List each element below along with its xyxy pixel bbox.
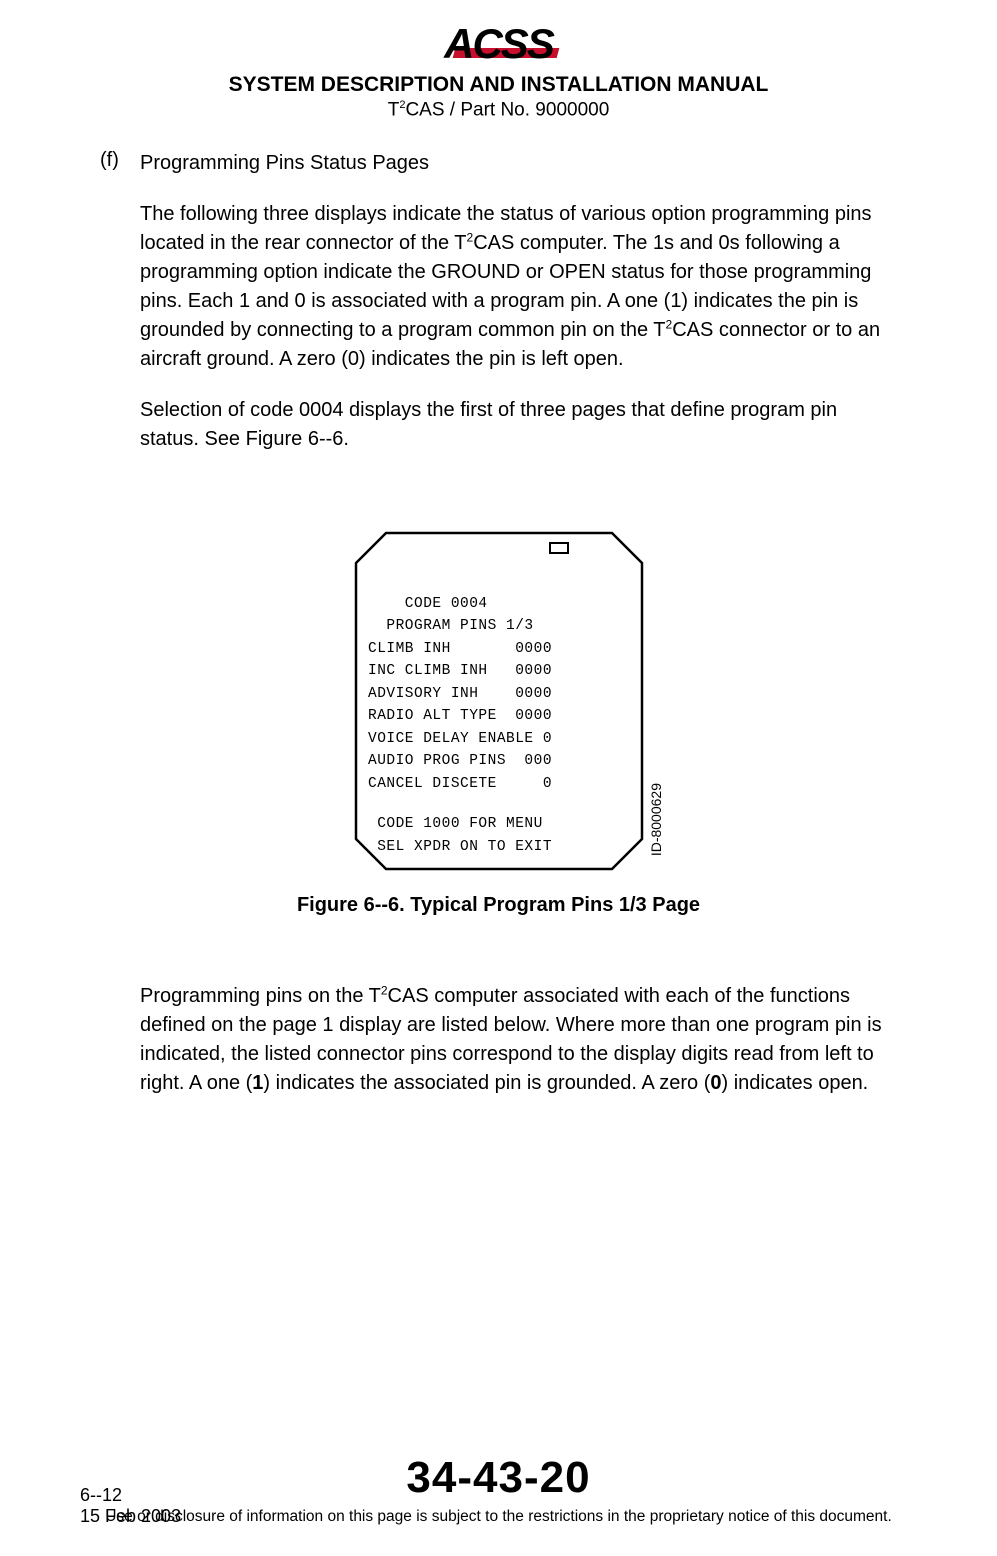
logo-text: ACSS <box>444 20 553 68</box>
subtitle-pre: T <box>388 99 400 120</box>
page-header: ACSS SYSTEM DESCRIPTION AND INSTALLATION… <box>100 20 897 121</box>
disp-line6: RADIO ALT TYPE 0000 <box>368 709 552 725</box>
para3-d: ) indicates open. <box>721 1072 868 1094</box>
footer-notice: Use or disclosure of information on this… <box>0 1508 997 1526</box>
paragraph-1: The following three displays indicate th… <box>140 200 897 374</box>
display-screen: CODE 0004 PROGRAM PINS 1/3 CLIMB INH 000… <box>354 531 644 871</box>
disp-line8: AUDIO PROG PINS 000 <box>368 754 552 770</box>
paragraph-2: Selection of code 0004 displays the firs… <box>140 396 897 454</box>
manual-title: SYSTEM DESCRIPTION AND INSTALLATION MANU… <box>100 73 897 97</box>
disp-line1: CODE 0004 <box>368 596 488 612</box>
acss-logo: ACSS <box>444 20 553 68</box>
display-screen-content: CODE 0004 PROGRAM PINS 1/3 CLIMB INH 000… <box>368 593 630 795</box>
disp-foot2: SEL XPDR ON TO EXIT <box>368 839 552 851</box>
disp-line3: CLIMB INH 0000 <box>368 641 552 657</box>
figure-6-6: CODE 0004 PROGRAM PINS 1/3 CLIMB INH 000… <box>100 531 897 917</box>
disp-line9: CANCEL DISCETE 0 <box>368 776 552 792</box>
subtitle-post: CAS / Part No. 9000000 <box>405 99 609 120</box>
section-f: (f) Programming Pins Status Pages The fo… <box>100 149 897 476</box>
figure-id-label: ID-8000629 <box>648 783 664 856</box>
page-content: (f) Programming Pins Status Pages The fo… <box>100 149 897 1098</box>
page-footer: 34-43-20 Use or disclosure of informatio… <box>0 1453 997 1526</box>
para3-bold1: 1 <box>252 1072 263 1094</box>
para3-c: ) indicates the associated pin is ground… <box>263 1072 710 1094</box>
disp-line2: PROGRAM PINS 1/3 <box>368 619 534 635</box>
disp-line4: INC CLIMB INH 0000 <box>368 664 552 680</box>
footer-pageno: 34-43-20 <box>0 1453 997 1503</box>
section-title-line: Programming Pins Status Pages <box>140 149 897 178</box>
para3-bold2: 0 <box>710 1072 721 1094</box>
disp-line7: VOICE DELAY ENABLE 0 <box>368 731 552 747</box>
section-text: Programming Pins Status Pages The follow… <box>140 149 897 454</box>
manual-subtitle: T2CAS / Part No. 9000000 <box>100 99 897 121</box>
disp-line5: ADVISORY INH 0000 <box>368 686 552 702</box>
paragraph-3: Programming pins on the T2CAS computer a… <box>100 982 897 1098</box>
para3-a: Programming pins on the T <box>140 985 381 1007</box>
section-label: (f) <box>100 149 140 476</box>
disp-foot1: CODE 1000 FOR MENU <box>368 817 543 833</box>
section-body: Programming Pins Status Pages The follow… <box>140 149 897 476</box>
figure-caption: Figure 6--6. Typical Program Pins 1/3 Pa… <box>100 894 897 917</box>
display-screen-footer: CODE 1000 FOR MENU SEL XPDR ON TO EXIT <box>368 814 630 852</box>
display-wrapper: CODE 0004 PROGRAM PINS 1/3 CLIMB INH 000… <box>354 531 644 871</box>
para3-sup: 2 <box>381 984 388 998</box>
